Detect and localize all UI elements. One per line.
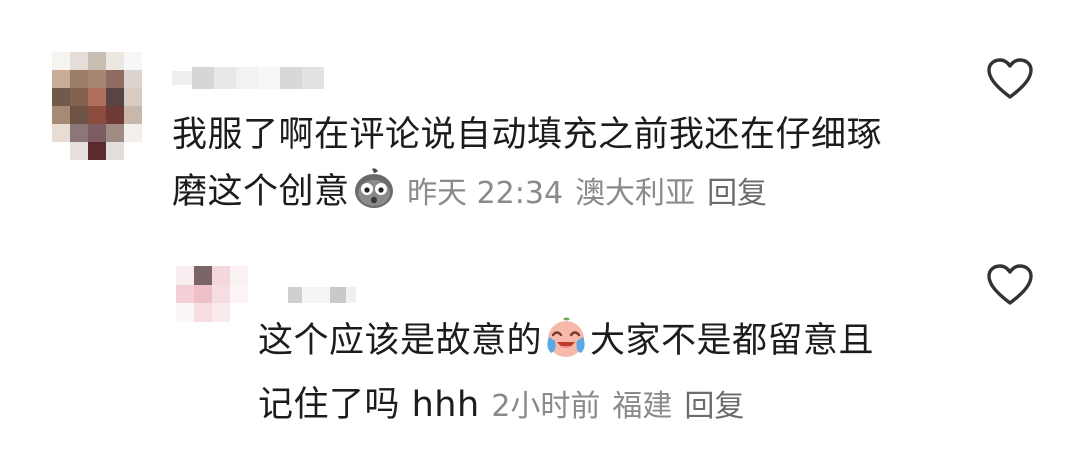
- reply-button[interactable]: 回复: [707, 176, 767, 211]
- crying-laughing-face-emoji: [544, 315, 588, 377]
- comment-location: 澳大利亚: [575, 176, 696, 211]
- heart-outline-icon: [987, 58, 1033, 99]
- reply-location: 福建: [612, 389, 673, 424]
- comment-text-line: 磨这个创意: [172, 172, 350, 212]
- username-blurred[interactable]: [288, 286, 356, 304]
- reply-text: 这个应该是故意的 大家不是都留意且 记住了吗 hhh 2小时前 福建 回复: [258, 313, 958, 435]
- heart-outline-icon: [987, 264, 1033, 305]
- reply-text-line: 这个应该是故意的: [258, 321, 543, 361]
- comment-text: 我服了啊在评论说自动填充之前我还在仔细琢 磨这个创意 昨天 22:34 澳大利亚回…: [172, 107, 952, 228]
- surprised-face-emoji: [352, 166, 396, 228]
- reply-meta: 2小时前 福建 回复: [491, 389, 756, 424]
- reply-text-line: 记住了吗 hhh: [258, 385, 480, 425]
- like-button[interactable]: [985, 56, 1035, 102]
- avatar[interactable]: [52, 52, 142, 160]
- avatar[interactable]: [176, 266, 248, 322]
- username-blurred[interactable]: [172, 66, 324, 90]
- reply-button[interactable]: 回复: [684, 389, 744, 424]
- reply-time: 2小时前: [491, 389, 601, 424]
- comment-meta: 昨天 22:34 澳大利亚 回复: [398, 176, 780, 211]
- comment-time: 昨天 22:34: [407, 176, 564, 211]
- reply-text-line: 大家不是都留意且: [590, 321, 875, 361]
- comment-text-line: 我服了啊在评论说自动填充之前我还在仔细琢: [172, 115, 883, 155]
- like-button[interactable]: [985, 262, 1035, 308]
